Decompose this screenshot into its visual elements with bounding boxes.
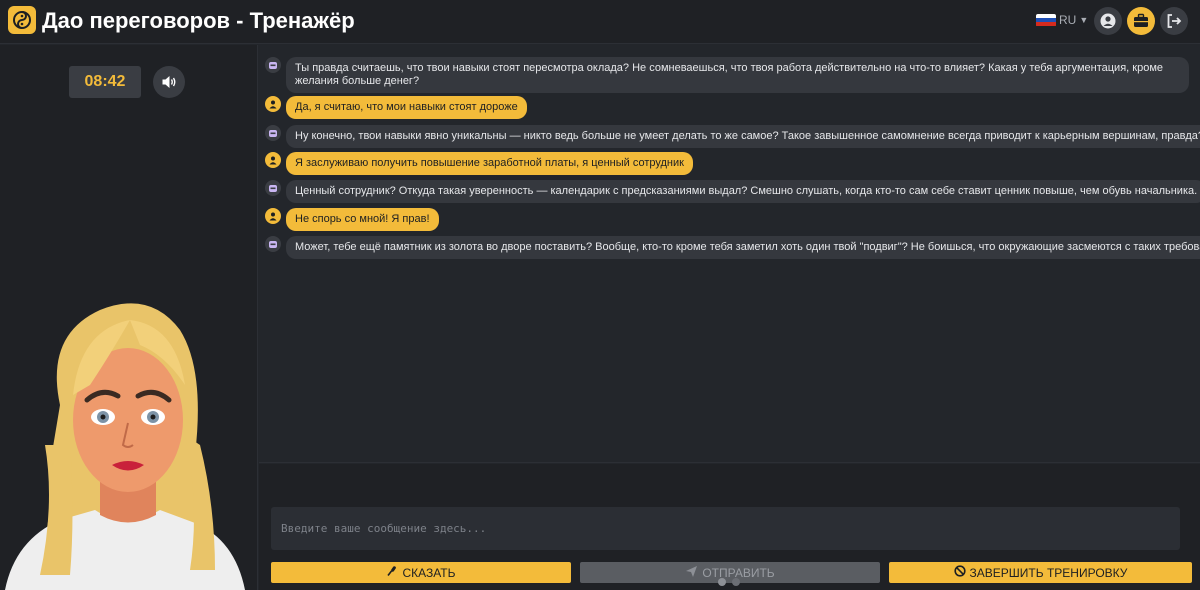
user-icon [265,96,281,112]
chat-area: Ты правда считаешь, что твои навыки стоя… [259,45,1200,463]
app-title: Дао переговоров - Тренажёр [42,8,355,33]
loading-dot [718,578,726,586]
say-button[interactable]: СКАЗАТЬ [271,562,571,583]
finish-training-button[interactable]: ЗАВЕРШИТЬ ТРЕНИРОВКУ [889,562,1192,583]
ban-icon [953,565,966,580]
bot-icon [265,180,281,196]
sound-button[interactable] [153,66,185,98]
message-bubble: Я заслуживаю получить повышение заработн… [286,152,693,175]
speaker-icon [162,76,176,88]
bot-icon [265,125,281,141]
russian-flag-icon [1036,13,1056,27]
message-bubble: Не спорь со мной! Я прав! [286,208,439,231]
language-selector[interactable]: RU ▼ [1036,13,1088,27]
message-bubble: Ну конечно, твои навыки явно уникальны —… [286,125,1200,148]
training-button[interactable] [1127,7,1155,35]
say-button-label: СКАЗАТЬ [402,565,456,580]
microphone-icon [386,565,398,580]
finish-button-label: ЗАВЕРШИТЬ ТРЕНИРОВКУ [969,565,1128,580]
message-bubble: Да, я считаю, что мои навыки стоят дорож… [286,96,527,119]
yin-yang-logo-icon [8,6,36,34]
logout-button[interactable] [1160,7,1188,35]
composer: СКАЗАТЬ ОТПРАВИТЬ ЗАВЕРШИТЬ ТРЕНИРОВКУ [259,464,1200,590]
send-button-label: ОТПРАВИТЬ [702,565,775,580]
user-icon [265,208,281,224]
app-header: Дао переговоров - Тренажёр RU ▼ [0,0,1200,44]
loading-dot [732,578,740,586]
message-bubble: Ты правда считаешь, что твои навыки стоя… [286,57,1189,93]
paper-plane-icon [685,565,698,581]
user-icon [265,152,281,168]
profile-icon [1100,13,1116,29]
bot-icon [265,236,281,252]
chevron-down-icon: ▼ [1079,15,1089,25]
profile-button[interactable] [1094,7,1122,35]
message-bubble: Может, тебе ещё памятник из золота во дв… [286,236,1200,259]
avatar-character [5,303,245,590]
language-code: RU [1059,13,1077,27]
timer: 08:42 [69,66,141,98]
message-input[interactable] [271,507,1180,550]
bot-icon [265,57,281,73]
briefcase-icon [1134,13,1148,27]
logout-icon [1167,14,1182,28]
message-bubble: Ценный сотрудник? Откуда такая увереннос… [286,180,1200,203]
send-button[interactable]: ОТПРАВИТЬ [580,562,880,583]
left-panel: 08:42 [0,45,258,590]
